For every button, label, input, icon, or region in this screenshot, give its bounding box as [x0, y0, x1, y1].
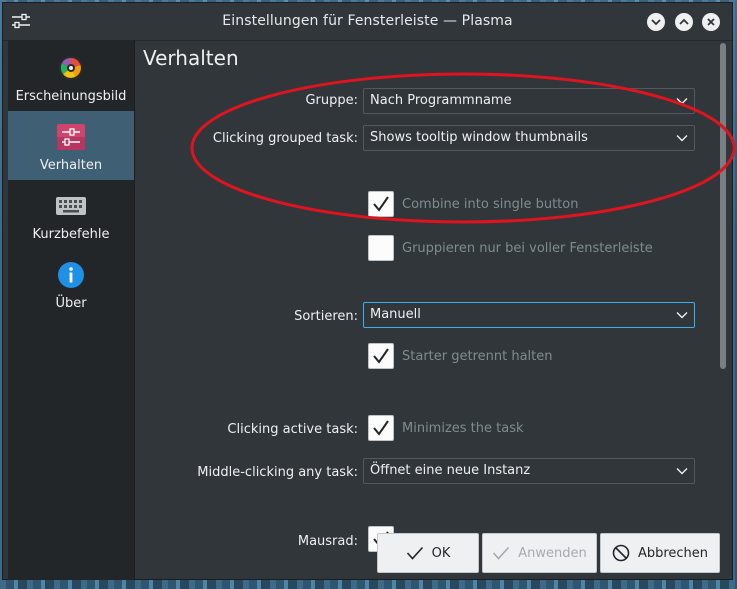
launchers-separate-checkbox[interactable]	[368, 343, 394, 369]
group-label: Gruppe:	[305, 93, 358, 108]
cancel-button[interactable]: Abbrechen	[600, 533, 720, 573]
apply-button[interactable]: Anwenden	[482, 533, 597, 573]
checkmark-icon	[373, 348, 389, 364]
grouped-click-label: Clicking grouped task:	[212, 131, 358, 146]
title-bar[interactable]: Einstellungen für Fensterleiste — Plasma	[3, 3, 732, 41]
page-title: Verhalten	[143, 46, 239, 70]
active-click-checkbox[interactable]	[368, 415, 394, 441]
sidebar: Erscheinungsbild Verhalten Kurzbefehle Ü…	[8, 40, 135, 580]
mousewheel-label: Mausrad:	[297, 534, 358, 549]
middle-click-dropdown[interactable]: Öffnet eine neue Instanz	[363, 458, 695, 484]
grouped-click-value: Shows tooltip window thumbnails	[370, 130, 588, 145]
sidebar-item-shortcuts[interactable]: Kurzbefehle	[8, 180, 134, 249]
checkmark-icon	[406, 546, 423, 560]
sidebar-item-behavior[interactable]: Verhalten	[8, 111, 134, 180]
info-icon	[55, 259, 87, 291]
chevron-up-icon	[679, 18, 689, 25]
grouped-click-dropdown[interactable]: Shows tooltip window thumbnails	[363, 125, 695, 151]
checkmark-icon	[373, 196, 389, 212]
group-dropdown[interactable]: Nach Programmname	[363, 88, 695, 114]
sidebar-item-appearance[interactable]: Erscheinungsbild	[8, 42, 134, 111]
middle-click-label: Middle-clicking any task:	[197, 465, 358, 480]
chevron-down-icon	[651, 19, 661, 26]
sort-label: Sortieren:	[294, 309, 358, 324]
cancel-icon	[612, 544, 630, 562]
sidebar-item-label: Kurzbefehle	[32, 227, 110, 242]
chevron-down-icon	[676, 98, 688, 105]
combine-label: Combine into single button	[402, 197, 579, 212]
sliders-icon	[55, 121, 87, 153]
sidebar-item-label: Erscheinungsbild	[15, 89, 127, 104]
close-icon	[707, 18, 715, 26]
group-dropdown-value: Nach Programmname	[370, 93, 512, 108]
chevron-down-icon	[676, 468, 688, 475]
maximize-button[interactable]	[675, 13, 693, 31]
keyboard-icon	[55, 190, 87, 222]
settings-window: Einstellungen für Fensterleiste — Plasma	[2, 2, 733, 580]
sidebar-item-label: Über	[55, 296, 87, 311]
close-button[interactable]	[702, 13, 720, 31]
active-click-label: Clicking active task:	[227, 422, 358, 437]
apply-label: Anwenden	[518, 545, 587, 561]
chevron-down-icon	[676, 135, 688, 142]
launchers-separate-label: Starter getrennt halten	[402, 349, 553, 364]
sort-dropdown-value: Manuell	[370, 307, 421, 322]
window-title: Einstellungen für Fensterleiste — Plasma	[222, 13, 513, 29]
chevron-down-icon	[676, 312, 688, 319]
cancel-label: Abbrechen	[637, 545, 709, 561]
active-click-text: Minimizes the task	[402, 421, 524, 436]
sidebar-item-label: Verhalten	[39, 158, 103, 173]
middle-click-value: Öffnet eine neue Instanz	[370, 463, 531, 478]
color-wheel-icon	[55, 52, 87, 84]
ok-label: OK	[431, 545, 451, 561]
sort-dropdown[interactable]: Manuell	[363, 302, 695, 328]
checkmark-icon	[493, 546, 510, 560]
checkmark-icon	[373, 420, 389, 436]
combine-checkbox[interactable]	[368, 191, 394, 217]
group-full-label: Gruppieren nur bei voller Fensterleiste	[402, 241, 653, 256]
ok-button[interactable]: OK	[377, 533, 479, 573]
sidebar-item-about[interactable]: Über	[8, 249, 134, 318]
minimize-button[interactable]	[647, 13, 665, 31]
main-content: Verhalten Gruppe: Nach Programmname Clic…	[135, 40, 720, 580]
group-full-checkbox[interactable]	[368, 235, 394, 261]
vertical-scrollbar[interactable]	[720, 43, 726, 369]
